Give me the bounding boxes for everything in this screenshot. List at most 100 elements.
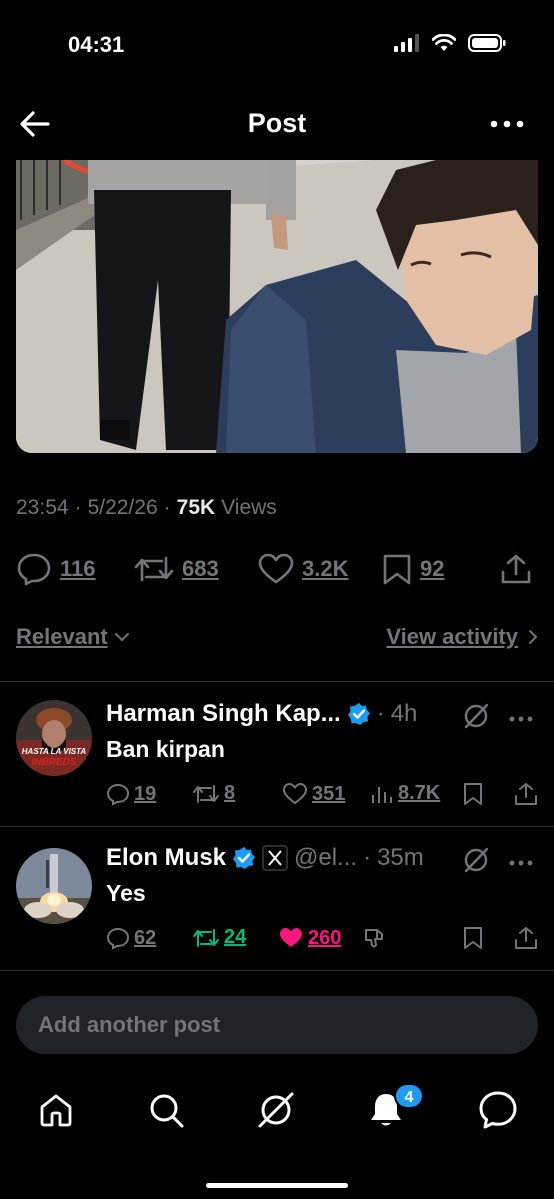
avatar[interactable]	[16, 848, 92, 924]
tab-grok[interactable]	[254, 1088, 298, 1132]
views-count: 8.7K	[398, 782, 441, 804]
repost-count: 683	[182, 556, 219, 581]
wifi-icon	[432, 34, 456, 51]
author-name[interactable]: Elon Musk	[106, 844, 226, 872]
post-actions: 116 683 3.2K 92	[16, 548, 538, 590]
repost-count: 24	[224, 926, 247, 948]
post-time: 23:54	[16, 496, 69, 519]
reply-item[interactable]: Elon Musk @el... · 35m Yes 62 24 260	[0, 844, 554, 964]
divider	[0, 970, 554, 971]
share-button[interactable]	[500, 548, 532, 590]
status-time: 04:31	[68, 32, 125, 57]
photo-illustration	[16, 160, 538, 453]
post-media-image[interactable]	[16, 160, 538, 453]
share-button[interactable]	[514, 782, 538, 806]
author-name[interactable]: Harman Singh Kap...	[106, 700, 341, 728]
share-button[interactable]	[514, 926, 538, 950]
reply-count: 62	[134, 926, 157, 949]
reply-input[interactable]	[38, 1010, 508, 1040]
reply-header: Harman Singh Kap... · 4h	[106, 700, 418, 728]
reply-icon	[106, 927, 130, 950]
like-button[interactable]: 260	[278, 926, 341, 950]
bookmark-icon	[464, 783, 482, 805]
divider	[0, 826, 554, 827]
dislike-icon	[365, 929, 383, 948]
search-icon	[150, 1094, 184, 1128]
notification-badge: 4	[394, 1083, 424, 1109]
bookmark-count: 92	[420, 556, 445, 581]
dislike-button[interactable]	[362, 926, 386, 950]
views-button[interactable]: 8.7K	[370, 782, 440, 805]
reply-actions: 19 8 351 8.7K	[106, 782, 538, 812]
home-indicator	[206, 1183, 348, 1188]
reply-button[interactable]: 19	[106, 782, 156, 806]
author-handle: @el...	[294, 844, 358, 871]
view-activity-label: View activity	[386, 624, 518, 649]
reply-more-button[interactable]	[508, 854, 534, 872]
repost-icon	[134, 556, 174, 582]
repost-icon	[193, 928, 219, 947]
verified-icon	[347, 703, 370, 725]
grok-button[interactable]	[462, 702, 490, 735]
views-count[interactable]: 75K	[177, 496, 216, 520]
svg-text:HASTA LA VISTA: HASTA LA VISTA	[22, 747, 87, 756]
reply-more-button[interactable]	[508, 710, 534, 728]
bookmark-button[interactable]	[462, 926, 484, 950]
avatar[interactable]: HASTA LA VISTA INBREDS	[16, 700, 92, 776]
x-affiliate-icon	[262, 845, 288, 871]
tab-messages[interactable]	[476, 1088, 520, 1132]
post-meta: 23:54 · 5/22/26 · 75K Views	[16, 496, 277, 520]
reply-icon	[17, 553, 51, 586]
grok-icon	[464, 847, 489, 873]
grok-tab-icon	[258, 1092, 294, 1128]
svg-text:INBREDS: INBREDS	[31, 757, 76, 768]
reply-button[interactable]: 62	[106, 926, 156, 950]
reply-composer[interactable]	[16, 996, 538, 1054]
more-options-button[interactable]	[488, 114, 526, 134]
status-bar: 04:31	[0, 0, 554, 90]
like-count: 260	[308, 926, 342, 949]
bookmark-button[interactable]: 92	[382, 548, 444, 590]
like-count: 3.2K	[302, 556, 349, 581]
home-icon	[40, 1094, 72, 1127]
like-button[interactable]: 3.2K	[258, 548, 348, 590]
reply-item[interactable]: HASTA LA VISTA INBREDS Harman Singh Kap.…	[0, 700, 554, 820]
reply-text: Yes	[106, 880, 146, 906]
more-icon	[490, 120, 524, 128]
more-icon	[509, 716, 533, 722]
page-title: Post	[247, 108, 307, 138]
repost-button[interactable]: 24	[192, 926, 246, 949]
more-icon	[509, 860, 533, 866]
post-date: 5/22/26	[87, 496, 158, 519]
views-icon	[372, 786, 392, 803]
share-icon	[515, 927, 537, 949]
separator: ·	[74, 496, 82, 519]
sort-label: Relevant	[16, 624, 108, 649]
header: Post	[0, 90, 554, 158]
bookmark-button[interactable]	[462, 782, 484, 806]
verified-icon	[233, 847, 256, 869]
reply-actions: 62 24 260	[106, 926, 538, 956]
like-icon	[280, 928, 302, 947]
like-button[interactable]: 351	[282, 782, 345, 806]
separator: ·	[163, 496, 171, 519]
status-icons	[394, 34, 506, 52]
battery-icon	[468, 34, 506, 52]
reply-button[interactable]: 116	[16, 548, 96, 590]
bookmark-icon	[383, 554, 411, 585]
reply-time: 4h	[390, 700, 418, 727]
repost-button[interactable]: 8	[192, 782, 235, 805]
tab-search[interactable]	[144, 1088, 188, 1132]
grok-button[interactable]	[462, 846, 490, 879]
tab-home[interactable]	[34, 1088, 78, 1132]
reply-count: 19	[134, 782, 157, 805]
divider	[0, 681, 554, 682]
sort-dropdown[interactable]: Relevant	[16, 624, 130, 650]
reply-icon	[106, 783, 130, 806]
signal-icon	[394, 34, 419, 52]
view-activity-link[interactable]: View activity	[386, 624, 538, 650]
repost-button[interactable]: 683	[134, 548, 219, 590]
bookmark-icon	[464, 927, 482, 949]
chevron-down-icon	[114, 633, 129, 642]
reply-filter-row: Relevant View activity	[16, 622, 538, 656]
